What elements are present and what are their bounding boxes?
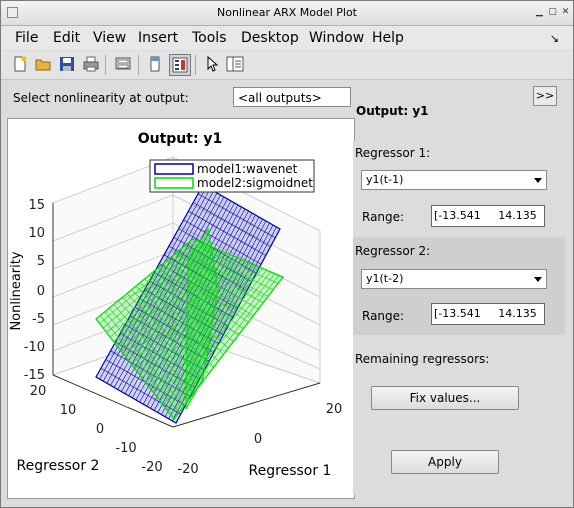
regressor1-dropdown[interactable]: y1(t-1) bbox=[361, 170, 547, 190]
regressor1-section: Regressor 1: y1(t-1) Range: [-13.541 14.… bbox=[353, 141, 565, 237]
maximize-icon[interactable]: ▢ bbox=[547, 7, 558, 18]
chevron-down-icon bbox=[534, 178, 542, 183]
x-tick: 20 bbox=[326, 402, 343, 417]
plot-title: Output: y1 bbox=[138, 131, 223, 147]
close-icon[interactable]: ✕ bbox=[560, 7, 571, 18]
menu-view[interactable]: View bbox=[93, 30, 126, 46]
open-folder-icon[interactable] bbox=[33, 54, 53, 74]
expand-panel-button[interactable]: >> bbox=[533, 86, 557, 106]
dock-arrow-icon[interactable]: ↘ bbox=[550, 32, 559, 45]
property-editor-icon[interactable] bbox=[225, 54, 245, 74]
figure-window: Nonlinear ARX Model Plot ▁ ▢ ✕ File Edit… bbox=[0, 0, 574, 508]
pointer-icon[interactable] bbox=[202, 54, 222, 74]
menu-bar: File Edit View Insert Tools Desktop Wind… bbox=[1, 26, 573, 50]
z-tick: 10 bbox=[28, 226, 45, 241]
output-selector-row: Select nonlinearity at output: <all outp… bbox=[7, 87, 353, 109]
y-tick: 10 bbox=[60, 403, 77, 418]
x-tick: -20 bbox=[177, 462, 198, 477]
menu-window[interactable]: Window bbox=[309, 30, 364, 46]
y-tick: 0 bbox=[96, 422, 104, 437]
output-selector-field[interactable]: <all outputs> bbox=[233, 87, 351, 107]
z-tick-labels: 15 10 5 0 -5 -10 -15 bbox=[24, 198, 45, 383]
y-tick: -10 bbox=[115, 441, 136, 456]
toolbar bbox=[1, 51, 573, 80]
regressor2-range-field[interactable]: [-13.541 14.135 bbox=[431, 303, 545, 325]
menu-tools[interactable]: Tools bbox=[192, 30, 227, 46]
y-tick: 20 bbox=[30, 384, 47, 399]
fix-values-button[interactable]: Fix values... bbox=[371, 386, 519, 410]
toolbar-separator bbox=[138, 55, 139, 75]
regressor2-section: Regressor 2: y1(t-2) Range: [-13.541 14.… bbox=[353, 237, 565, 335]
x-tick: 0 bbox=[254, 432, 262, 447]
regressor1-range-field[interactable]: [-13.541 14.135 bbox=[431, 205, 545, 227]
regressor2-value: y1(t-2) bbox=[366, 272, 404, 285]
z-axis-label: Nonlinearity bbox=[9, 251, 24, 330]
toolbar-separator bbox=[105, 55, 106, 75]
regressor1-value: y1(t-1) bbox=[366, 173, 404, 186]
menu-insert[interactable]: Insert bbox=[138, 30, 178, 46]
remaining-regressors-label: Remaining regressors: bbox=[355, 352, 490, 366]
apply-button[interactable]: Apply bbox=[391, 450, 499, 474]
chevron-down-icon bbox=[534, 277, 542, 282]
regressor2-dropdown[interactable]: y1(t-2) bbox=[361, 269, 547, 289]
menu-help[interactable]: Help bbox=[372, 30, 404, 46]
z-tick: 0 bbox=[37, 284, 45, 299]
legend-entry-wavenet: model1:wavenet bbox=[197, 162, 298, 176]
y-axis-label: Regressor 2 bbox=[17, 458, 100, 474]
menu-file[interactable]: File bbox=[15, 30, 38, 46]
regressor2-range-label: Range: bbox=[362, 309, 405, 323]
remaining-section: Remaining regressors: Fix values... Appl… bbox=[353, 335, 565, 495]
y-tick: -20 bbox=[141, 460, 162, 475]
show-plot-tools-icon[interactable] bbox=[169, 54, 191, 76]
legend-entry-sigmoidnet: model2:sigmoidnet bbox=[197, 176, 313, 190]
regressor2-label: Regressor 2: bbox=[355, 244, 431, 258]
new-file-icon[interactable] bbox=[10, 54, 30, 74]
hide-toolbars-icon[interactable] bbox=[145, 54, 165, 74]
output-selector-label: Select nonlinearity at output: bbox=[13, 91, 189, 105]
save-icon[interactable] bbox=[57, 54, 77, 74]
plot-panel: Output: y1 15 10 5 0 -5 -10 -15 Nonlinea… bbox=[7, 118, 355, 499]
regressor1-label: Regressor 1: bbox=[355, 146, 431, 160]
print-icon[interactable] bbox=[81, 54, 101, 74]
x-axis-label: Regressor 1 bbox=[249, 463, 332, 479]
window-title: Nonlinear ARX Model Plot bbox=[217, 6, 357, 19]
z-tick: 5 bbox=[37, 254, 45, 269]
minimize-icon[interactable]: ▁ bbox=[534, 7, 545, 18]
menu-edit[interactable]: Edit bbox=[53, 30, 80, 46]
menu-desktop[interactable]: Desktop bbox=[241, 30, 299, 46]
legend[interactable]: model1:wavenet model2:sigmoidnet bbox=[149, 159, 315, 193]
regressor1-range-label: Range: bbox=[362, 210, 405, 224]
z-tick: -5 bbox=[32, 312, 45, 327]
print-preview-icon[interactable] bbox=[113, 54, 133, 74]
z-tick: 15 bbox=[28, 198, 45, 213]
z-tick: -15 bbox=[24, 368, 45, 383]
title-bar[interactable]: Nonlinear ARX Model Plot ▁ ▢ ✕ bbox=[1, 1, 573, 26]
z-tick: -10 bbox=[24, 340, 45, 355]
output-title: Output: y1 bbox=[356, 104, 429, 118]
toolbar-separator bbox=[195, 55, 196, 75]
surface-plot[interactable]: Output: y1 15 10 5 0 -5 -10 -15 Nonlinea… bbox=[8, 119, 354, 498]
